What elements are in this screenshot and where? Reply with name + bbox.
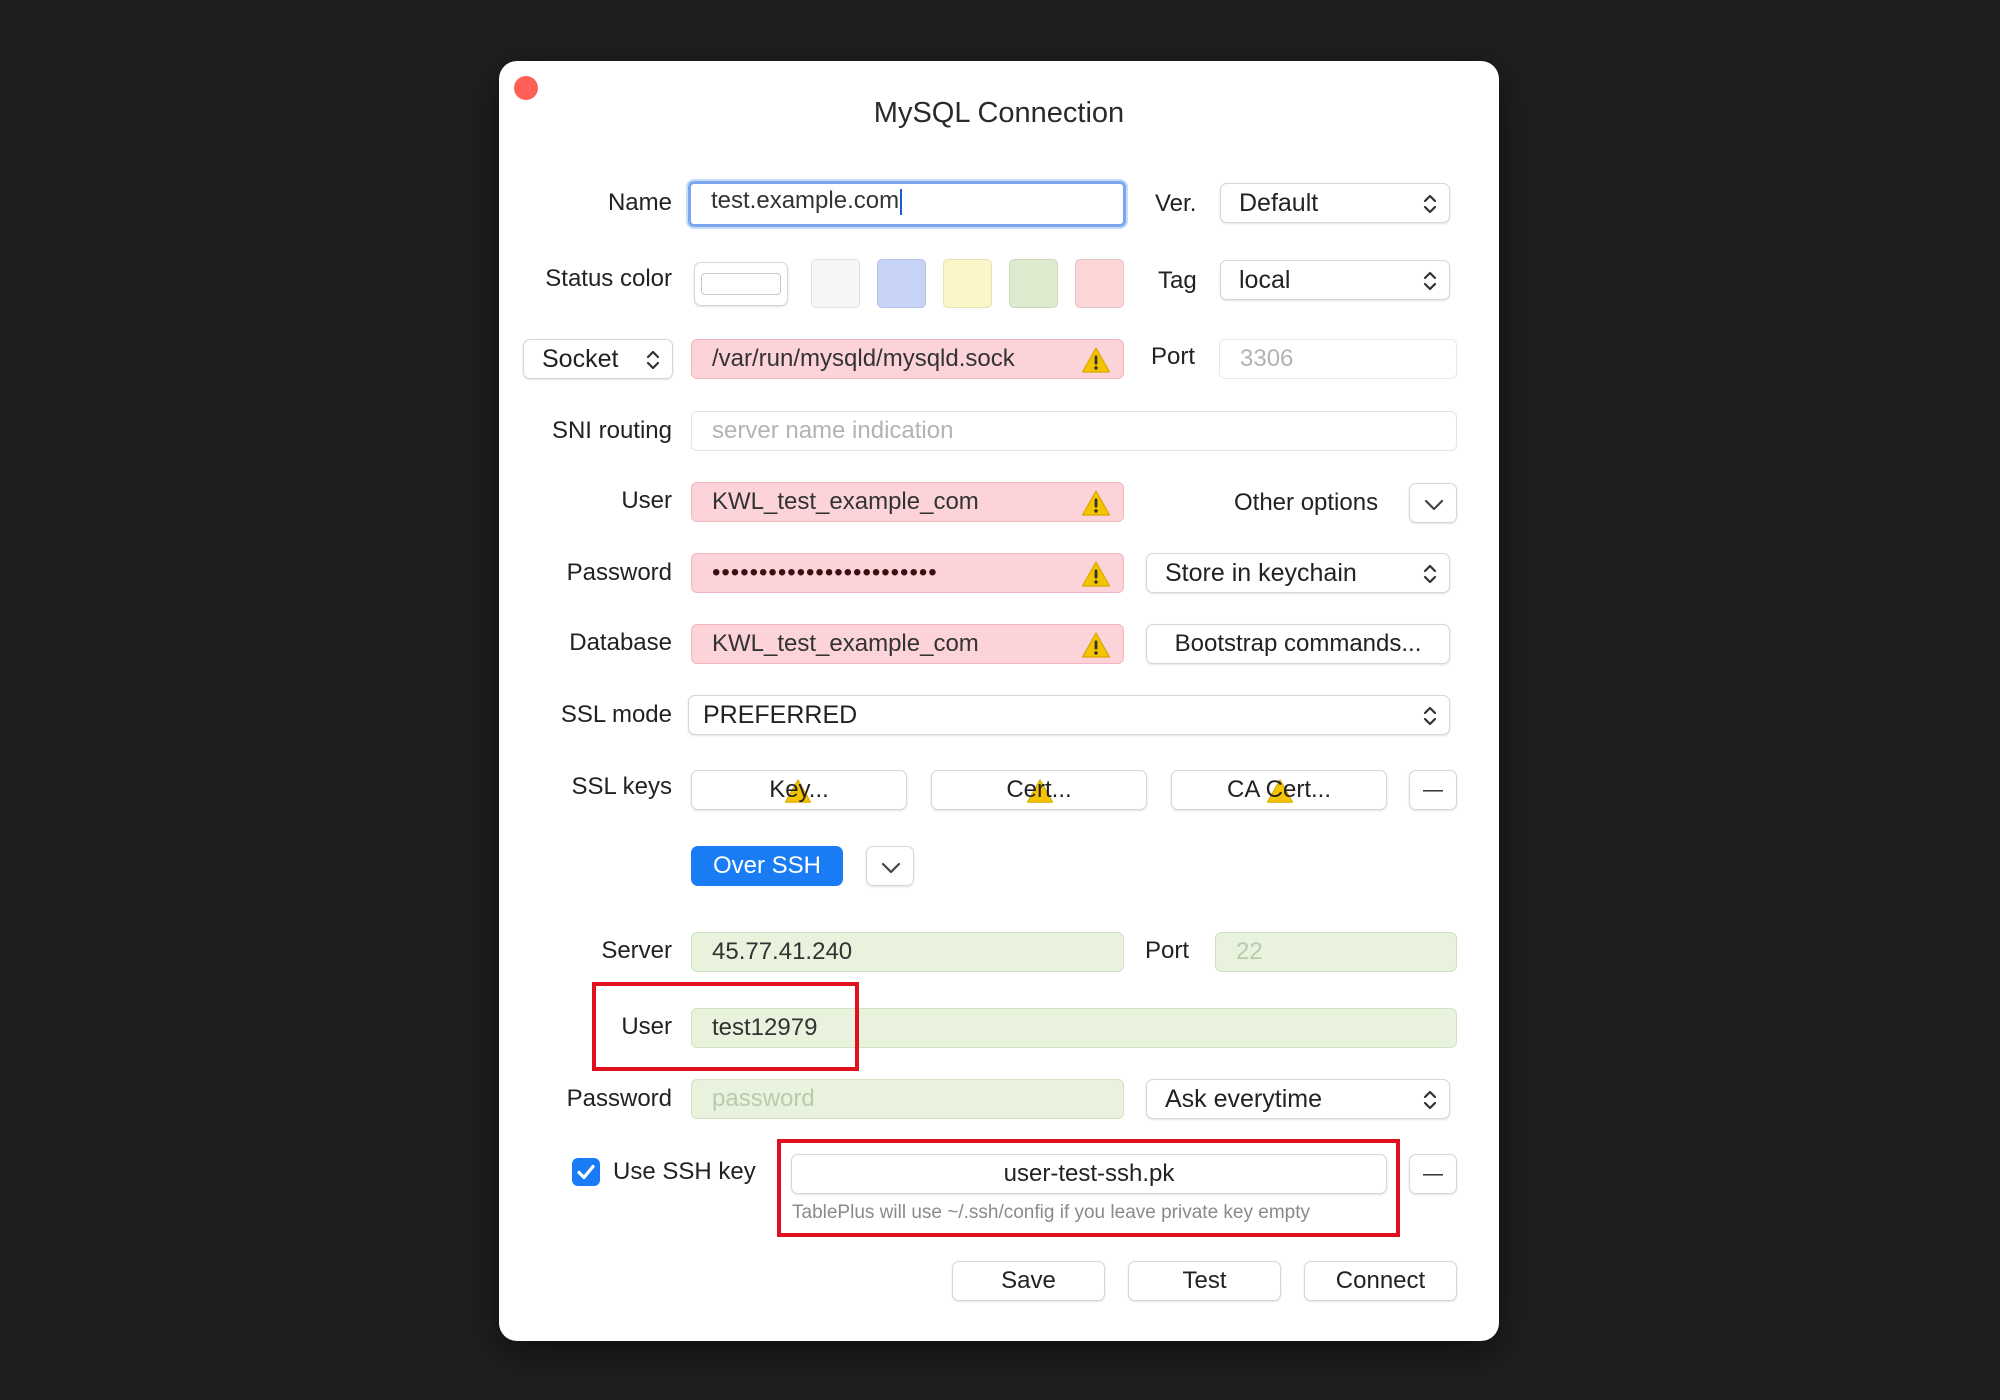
warning-icon bbox=[1081, 632, 1111, 658]
test-button[interactable]: Test bbox=[1128, 1261, 1281, 1301]
text-caret bbox=[900, 188, 903, 215]
ssl-mode-value: PREFERRED bbox=[703, 701, 858, 729]
updown-chevron-icon bbox=[1423, 706, 1437, 726]
status-swatch-green[interactable] bbox=[1009, 259, 1058, 308]
warning-icon bbox=[1081, 561, 1111, 587]
ssh-password-input[interactable]: password bbox=[691, 1079, 1124, 1119]
status-swatch-blue[interactable] bbox=[877, 259, 926, 308]
ssh-password-label: Password bbox=[566, 1085, 672, 1112]
chevron-down-icon bbox=[881, 862, 901, 874]
dialog-title: MySQL Connection bbox=[873, 97, 1125, 129]
ssh-server-input[interactable]: 45.77.41.240 bbox=[691, 932, 1124, 972]
ssl-cert-button[interactable]: Cert... bbox=[931, 770, 1147, 810]
ssl-ca-cert-button[interactable]: CA Cert... bbox=[1171, 770, 1387, 810]
updown-chevron-icon bbox=[1423, 194, 1437, 214]
status-swatch-yellow[interactable] bbox=[943, 259, 992, 308]
current-color-swatch bbox=[701, 273, 781, 295]
database-value: KWL_test_example_com bbox=[712, 630, 979, 657]
annotation-highlight-user bbox=[592, 982, 859, 1071]
connection-type-select[interactable]: Socket bbox=[523, 339, 673, 379]
version-select[interactable]: Default bbox=[1220, 183, 1450, 223]
tag-select[interactable]: local bbox=[1220, 260, 1450, 300]
version-label: Ver. bbox=[1155, 190, 1197, 217]
version-value: Default bbox=[1239, 189, 1319, 217]
socket-path-value: /var/run/mysqld/mysqld.sock bbox=[712, 345, 1015, 372]
name-value: test.example.com bbox=[711, 187, 900, 214]
password-store-value: Store in keychain bbox=[1165, 559, 1357, 587]
connection-type-value: Socket bbox=[542, 345, 619, 373]
ssh-password-mode-value: Ask everytime bbox=[1165, 1085, 1322, 1113]
ssl-mode-label: SSL mode bbox=[560, 701, 672, 728]
port-label: Port bbox=[1151, 343, 1196, 370]
ssl-keys-remove-button[interactable]: — bbox=[1409, 770, 1457, 810]
ssh-password-mode-select[interactable]: Ask everytime bbox=[1146, 1079, 1450, 1119]
ssh-server-label: Server bbox=[601, 937, 672, 964]
sni-label: SNI routing bbox=[551, 417, 672, 444]
ssh-port-input[interactable]: 22 bbox=[1215, 932, 1457, 972]
ssl-key-label: Key... bbox=[769, 776, 829, 803]
updown-chevron-icon bbox=[1423, 271, 1437, 291]
use-ssh-key-label: Use SSH key bbox=[613, 1158, 756, 1185]
password-label: Password bbox=[566, 559, 672, 586]
save-button[interactable]: Save bbox=[952, 1261, 1105, 1301]
warning-icon bbox=[1081, 490, 1111, 516]
ssl-ca-cert-label: CA Cert... bbox=[1226, 776, 1332, 803]
password-store-select[interactable]: Store in keychain bbox=[1146, 553, 1450, 593]
ssl-keys-label: SSL keys bbox=[571, 773, 673, 800]
user-value: KWL_test_example_com bbox=[712, 488, 979, 515]
ssl-cert-label: Cert... bbox=[1006, 776, 1072, 803]
updown-chevron-icon bbox=[1423, 564, 1437, 584]
status-swatch-gray[interactable] bbox=[811, 259, 860, 308]
database-label: Database bbox=[569, 629, 672, 656]
status-color-label: Status color bbox=[545, 265, 672, 292]
port-input[interactable]: 3306 bbox=[1219, 339, 1457, 379]
tag-label: Tag bbox=[1158, 267, 1197, 294]
checkmark-icon bbox=[577, 1164, 595, 1180]
ssh-key-remove-button[interactable]: — bbox=[1409, 1154, 1457, 1194]
connect-button[interactable]: Connect bbox=[1304, 1261, 1457, 1301]
status-color-well[interactable] bbox=[694, 262, 788, 306]
name-input[interactable]: test.example.com bbox=[688, 181, 1126, 227]
ssh-port-label: Port bbox=[1145, 937, 1190, 964]
updown-chevron-icon bbox=[1423, 1090, 1437, 1110]
sni-input[interactable]: server name indication bbox=[691, 411, 1457, 451]
connection-dialog: MySQL Connection Name test.example.com V… bbox=[499, 61, 1499, 1341]
bootstrap-commands-button[interactable]: Bootstrap commands... bbox=[1146, 624, 1450, 664]
password-value: •••••••••••••••••••••••• bbox=[712, 559, 938, 586]
socket-path-input[interactable]: /var/run/mysqld/mysqld.sock bbox=[691, 339, 1124, 379]
ssl-key-button[interactable]: Key... bbox=[691, 770, 907, 810]
warning-icon bbox=[1081, 347, 1111, 373]
user-input[interactable]: KWL_test_example_com bbox=[691, 482, 1124, 522]
password-input[interactable]: •••••••••••••••••••••••• bbox=[691, 553, 1124, 593]
use-ssh-key-checkbox[interactable] bbox=[572, 1158, 600, 1186]
other-options-label: Other options bbox=[1234, 489, 1379, 516]
status-swatch-red[interactable] bbox=[1075, 259, 1124, 308]
ssl-mode-select[interactable]: PREFERRED bbox=[688, 695, 1450, 735]
over-ssh-button[interactable]: Over SSH bbox=[691, 846, 843, 886]
user-label: User bbox=[621, 487, 672, 514]
tag-value: local bbox=[1239, 266, 1291, 294]
database-input[interactable]: KWL_test_example_com bbox=[691, 624, 1124, 664]
annotation-highlight-ssh-key bbox=[777, 1139, 1400, 1237]
updown-chevron-icon bbox=[646, 350, 660, 370]
name-label: Name bbox=[607, 189, 672, 216]
other-options-button[interactable] bbox=[1409, 483, 1457, 523]
chevron-down-icon bbox=[1424, 499, 1444, 511]
over-ssh-dropdown-button[interactable] bbox=[866, 846, 914, 886]
